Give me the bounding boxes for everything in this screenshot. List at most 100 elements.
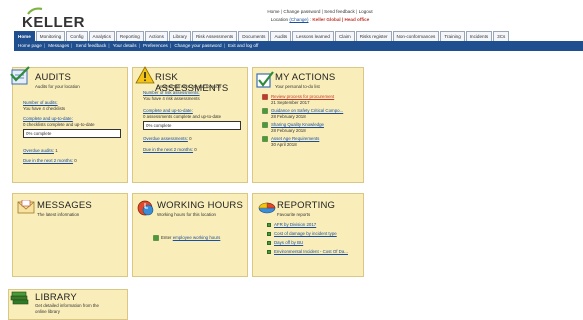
messages-panel: MESSAGES The latest information (12, 193, 128, 277)
tab-documents[interactable]: Documents (238, 31, 270, 41)
location-label: Location (270, 17, 289, 22)
tab-analytics[interactable]: Analytics (88, 31, 115, 41)
action-item-2[interactable]: Guidance on Safety Critical Compo... (271, 108, 343, 113)
risk-due-value: 0 (194, 147, 197, 152)
action-date-3: 28 February 2018 (271, 128, 306, 133)
report-item-4: Environmental Incident - Cost Of Da... (267, 249, 348, 254)
logout-link[interactable]: Logout (359, 9, 373, 14)
report-link-1[interactable]: AFR by Division 2017 (274, 222, 316, 227)
subnav-send-feedback[interactable]: Send feedback (76, 43, 107, 48)
tab-3cs[interactable]: 3Cs (493, 31, 510, 41)
subnav-change-password[interactable]: Change your password (174, 43, 221, 48)
tab-library[interactable]: Library (168, 31, 191, 41)
home-link[interactable]: Home (267, 9, 279, 14)
audits-overdue-row: Overdue audits: 1 (23, 148, 58, 153)
report-link-2[interactable]: Cost of damage by incident type (274, 231, 337, 236)
tab-config[interactable]: Config (66, 31, 88, 41)
risk-due-link[interactable]: Due in the next 2 months: (143, 147, 193, 152)
send-feedback-link[interactable]: Send feedback (324, 9, 355, 14)
action-item-icon (262, 136, 268, 142)
audits-due-row: Due in the next 2 months: 0 (23, 158, 77, 163)
tab-risk-assessments[interactable]: Risk Assessments (191, 31, 238, 41)
audits-panel: AUDITS Audits for your location Number o… (10, 66, 128, 183)
action-item-icon (262, 122, 268, 128)
action-date-4: 30 April 2018 (271, 142, 297, 147)
enter-working-hours-row: Enter employee working hours (161, 235, 220, 240)
tab-non-conformances[interactable]: Non-conformances (392, 31, 440, 41)
report-icon (267, 249, 271, 254)
my-actions-panel: MY ACTIONS Your personal to-do list Revi… (252, 67, 364, 183)
audits-complete-link[interactable]: Complete and up-to-date: (23, 116, 73, 121)
risk-assessments-panel: RISK ASSESSMENTS Analyse the risks at yo… (132, 66, 248, 183)
risk-overdue-value: 0 (189, 136, 192, 141)
tab-reporting[interactable]: Reporting (115, 31, 144, 41)
subnav-preferences[interactable]: Preferences (143, 43, 168, 48)
risk-due-row: Due in the next 2 months: 0 (143, 147, 197, 152)
library-panel: LIBRARY Get detailed information from th… (8, 289, 128, 320)
tab-actions[interactable]: Actions (144, 31, 168, 41)
employee-working-hours-link[interactable]: employee working hours (173, 235, 221, 240)
tab-incidents[interactable]: Incidents (465, 31, 493, 41)
working-hours-panel: WORKING HOURS Working hours for this loc… (132, 193, 248, 277)
keller-logo: KELLER (10, 4, 85, 31)
tab-training[interactable]: Training (440, 31, 465, 41)
audits-overdue-link[interactable]: Overdue audits: (23, 148, 54, 153)
risk-number-link[interactable]: Number of risk assessments: (143, 90, 200, 95)
working-hours-title: WORKING HOURS (157, 200, 243, 211)
books-icon (10, 291, 29, 305)
actions-title: MY ACTIONS (275, 72, 336, 83)
actions-subtitle: Your personal to-do list (275, 84, 320, 89)
report-item-2: Cost of damage by incident type (267, 231, 337, 236)
location-value: Keller Global | Head office (312, 17, 370, 22)
audits-number-text: You have 4 checklists (23, 106, 66, 111)
enter-prefix: Enter (161, 235, 172, 240)
report-icon (267, 222, 271, 227)
action-item-icon (262, 94, 268, 100)
tab-audits[interactable]: Audits (270, 31, 292, 41)
tab-lessons-learned[interactable]: Lessons learned (292, 31, 334, 41)
messages-title: MESSAGES (37, 200, 92, 211)
action-item-icon (262, 108, 268, 114)
tab-home[interactable]: Home (14, 31, 35, 41)
pie-chart-icon (258, 202, 276, 214)
audits-overdue-value: 1 (55, 148, 58, 153)
report-icon (267, 240, 271, 245)
risk-overdue-link[interactable]: Overdue assessments: (143, 136, 188, 141)
action-item-3[interactable]: Sharing Quality Knowledge (271, 122, 324, 127)
library-subtitle-1: Get detailed information from the (35, 303, 99, 308)
checkbox-tick-icon (256, 71, 274, 88)
tab-claim[interactable]: Claim (334, 31, 355, 41)
subnav-messages[interactable]: Messages (48, 43, 69, 48)
risk-complete-text: 0 assessments complete and up-to-date (143, 114, 222, 119)
subnav-exit[interactable]: Exit and log off (228, 43, 258, 48)
tab-monitoring[interactable]: Monitoring (35, 31, 66, 41)
action-item-1[interactable]: Review process for procurement (271, 94, 334, 99)
audits-due-link[interactable]: Due in the next 2 months: (23, 158, 73, 163)
sub-navigation: Home page | Messages | Send feedback | Your… (14, 41, 583, 51)
audits-number-link[interactable]: Number of audits: (23, 100, 58, 105)
subnav-home-page[interactable]: Home page (18, 43, 42, 48)
envelope-icon (17, 200, 35, 214)
action-item-4[interactable]: Asset Age Requirements (271, 136, 319, 141)
enter-arrow-icon (153, 235, 159, 241)
audits-subtitle: Audits for your location (35, 84, 80, 89)
reporting-panel: REPORTING Favourite reports AFR by Divis… (252, 193, 364, 277)
location-change-link[interactable]: (Change) (289, 17, 308, 22)
reporting-title: REPORTING (277, 200, 336, 211)
risk-subtitle: Analyse the risks at your location (157, 84, 222, 89)
risk-progress-text: 0% complete (146, 123, 172, 128)
change-password-link[interactable]: Change password (283, 9, 320, 14)
audits-complete-text: 0 checklists complete and up-to-date (23, 122, 95, 127)
report-item-3: Days off by BU (267, 240, 303, 245)
risk-complete-link[interactable]: Complete and up-to-date: (143, 108, 193, 113)
library-title: LIBRARY (35, 292, 77, 303)
report-link-4[interactable]: Environmental Incident - Cost Of Da... (274, 249, 348, 254)
subnav-your-details[interactable]: Your details (113, 43, 137, 48)
action-date-2: 28 February 2018 (271, 114, 306, 119)
risk-progress-bar: 0% complete (143, 121, 241, 130)
audits-title: AUDITS (35, 72, 72, 83)
tab-risks-register[interactable]: Risks register (355, 31, 392, 41)
report-link-3[interactable]: Days off by BU (274, 240, 303, 245)
report-item-1: AFR by Division 2017 (267, 222, 316, 227)
main-tabs: Home Monitoring Config Analytics Reporti… (14, 31, 583, 41)
